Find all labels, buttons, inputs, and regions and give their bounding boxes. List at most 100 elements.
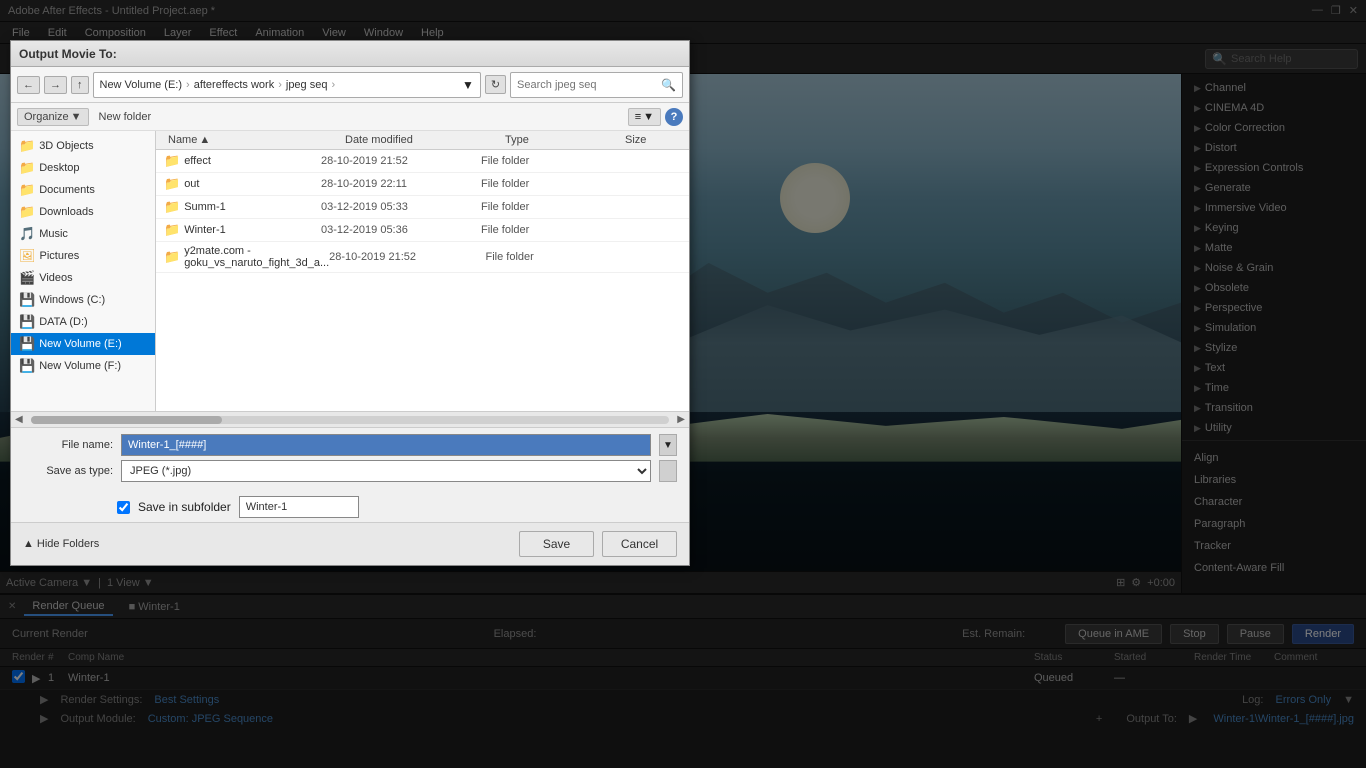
folder-icon: 🎵 bbox=[19, 226, 35, 242]
nav-data-d[interactable]: 💾 DATA (D:) bbox=[11, 311, 155, 333]
dialog-search-icon: 🔍 bbox=[661, 78, 676, 92]
scroll-thumb[interactable] bbox=[31, 416, 223, 424]
hide-folders-btn[interactable]: ▲ Hide Folders bbox=[23, 538, 99, 550]
nav-videos[interactable]: 🎬 Videos bbox=[11, 267, 155, 289]
dialog-overlay: Output Movie To: ← → ↑ New Volume (E:) ›… bbox=[0, 0, 1366, 768]
folder-icon: 📁 bbox=[164, 249, 180, 265]
folder-icon: 📁 bbox=[164, 153, 180, 169]
nav-label: New Volume (E:) bbox=[39, 338, 122, 350]
col-header-name[interactable]: Name ▲ bbox=[164, 134, 341, 146]
file-type-winter1: File folder bbox=[481, 224, 601, 236]
nav-refresh-btn[interactable]: ↻ bbox=[485, 75, 506, 94]
sort-icon: ▲ bbox=[199, 134, 210, 146]
nav-back-btn[interactable]: ← bbox=[17, 76, 40, 94]
dialog-path: New Volume (E:) › aftereffects work › jp… bbox=[93, 72, 481, 98]
nav-label: DATA (D:) bbox=[39, 316, 87, 328]
save-as-type-select[interactable]: JPEG (*.jpg) bbox=[121, 460, 651, 482]
nav-label: Videos bbox=[39, 272, 72, 284]
folder-icon: 📁 bbox=[19, 160, 35, 176]
nav-desktop[interactable]: 📁 Desktop bbox=[11, 157, 155, 179]
path-drive[interactable]: New Volume (E:) bbox=[100, 79, 183, 91]
dialog-body: 📁 3D Objects 📁 Desktop 📁 Documents 📁 Dow… bbox=[11, 131, 689, 411]
view-btn[interactable]: ≡ ▼ bbox=[628, 108, 661, 126]
dialog-titlebar: Output Movie To: bbox=[11, 41, 689, 67]
new-folder-btn[interactable]: New folder bbox=[93, 109, 158, 125]
dialog-fields: File name: ▼ Save as type: JPEG (*.jpg) bbox=[11, 427, 689, 492]
path-sep3: › bbox=[331, 79, 335, 91]
path-dropdown-btn[interactable]: ▼ bbox=[462, 78, 474, 92]
file-type-summ1: File folder bbox=[481, 201, 601, 213]
col-header-date[interactable]: Date modified bbox=[341, 134, 501, 146]
path-folder2[interactable]: jpeg seq bbox=[286, 79, 328, 91]
subfolder-name-input[interactable] bbox=[239, 496, 359, 518]
nav-forward-btn[interactable]: → bbox=[44, 76, 67, 94]
nav-label: 3D Objects bbox=[39, 140, 93, 152]
file-name-summ1: 📁 Summ-1 bbox=[164, 199, 321, 215]
drive-icon: 💾 bbox=[19, 292, 35, 308]
scroll-track[interactable] bbox=[31, 416, 670, 424]
folder-icon: 🎬 bbox=[19, 270, 35, 286]
nav-label: Desktop bbox=[39, 162, 79, 174]
dialog-scrollbar[interactable]: ◀ ▶ bbox=[11, 411, 689, 427]
file-name-out: 📁 out bbox=[164, 176, 321, 192]
file-row-winter1[interactable]: 📁 Winter-1 03-12-2019 05:36 File folder bbox=[156, 219, 689, 242]
dialog-help-btn[interactable]: ? bbox=[665, 108, 683, 126]
nav-tree: 📁 3D Objects 📁 Desktop 📁 Documents 📁 Dow… bbox=[11, 131, 156, 411]
file-name-label: File name: bbox=[23, 439, 113, 451]
save-in-subfolder-checkbox[interactable] bbox=[117, 501, 130, 514]
path-sep2: › bbox=[278, 79, 282, 91]
folder-icon: 📁 bbox=[164, 222, 180, 238]
nav-up-btn[interactable]: ↑ bbox=[71, 76, 89, 94]
save-type-dropdown-btn[interactable] bbox=[659, 460, 677, 482]
file-row-y2mate[interactable]: 📁 y2mate.com - goku_vs_naruto_fight_3d_a… bbox=[156, 242, 689, 273]
dialog-search-input[interactable] bbox=[517, 79, 657, 91]
nav-downloads[interactable]: 📁 Downloads bbox=[11, 201, 155, 223]
path-folder1[interactable]: aftereffects work bbox=[194, 79, 275, 91]
nav-new-volume-e[interactable]: 💾 New Volume (E:) bbox=[11, 333, 155, 355]
file-dialog: Output Movie To: ← → ↑ New Volume (E:) ›… bbox=[10, 40, 690, 566]
nav-label: Music bbox=[39, 228, 68, 240]
nav-windows-c[interactable]: 💾 Windows (C:) bbox=[11, 289, 155, 311]
nav-documents[interactable]: 📁 Documents bbox=[11, 179, 155, 201]
file-row-effect[interactable]: 📁 effect 28-10-2019 21:52 File folder bbox=[156, 150, 689, 173]
nav-pictures[interactable]: 🖼 Pictures bbox=[11, 245, 155, 267]
file-name-dropdown-btn[interactable]: ▼ bbox=[659, 434, 677, 456]
cancel-button[interactable]: Cancel bbox=[602, 531, 677, 557]
hide-folders-arrow: ▲ bbox=[23, 538, 34, 550]
drive-icon: 💾 bbox=[19, 336, 35, 352]
file-date-y2mate: 28-10-2019 21:52 bbox=[329, 251, 485, 263]
folder-icon: 📁 bbox=[19, 204, 35, 220]
dialog-title: Output Movie To: bbox=[19, 47, 681, 61]
file-row-summ1[interactable]: 📁 Summ-1 03-12-2019 05:33 File folder bbox=[156, 196, 689, 219]
nav-label: New Volume (F:) bbox=[39, 360, 121, 372]
col-header-size[interactable]: Size bbox=[621, 134, 681, 146]
nav-music[interactable]: 🎵 Music bbox=[11, 223, 155, 245]
dialog-nav: ← → ↑ New Volume (E:) › aftereffects wor… bbox=[11, 67, 689, 103]
view-dropdown-icon: ▼ bbox=[643, 111, 654, 123]
dialog-footer-left: ▲ Hide Folders bbox=[23, 538, 511, 550]
hide-folders-label: Hide Folders bbox=[37, 538, 99, 550]
nav-new-volume-f[interactable]: 💾 New Volume (F:) bbox=[11, 355, 155, 377]
save-button[interactable]: Save bbox=[519, 531, 594, 557]
nav-label: Downloads bbox=[39, 206, 93, 218]
file-row-out[interactable]: 📁 out 28-10-2019 22:11 File folder bbox=[156, 173, 689, 196]
nav-3d-objects[interactable]: 📁 3D Objects bbox=[11, 135, 155, 157]
file-name-row: File name: ▼ bbox=[23, 434, 677, 456]
dialog-search[interactable]: 🔍 bbox=[510, 72, 683, 98]
file-name-winter1: 📁 Winter-1 bbox=[164, 222, 321, 238]
file-type-effect: File folder bbox=[481, 155, 601, 167]
col-header-type[interactable]: Type bbox=[501, 134, 621, 146]
folder-icon: 📁 bbox=[164, 176, 180, 192]
path-sep1: › bbox=[186, 79, 190, 91]
file-name-input[interactable] bbox=[121, 434, 651, 456]
nav-label: Documents bbox=[39, 184, 95, 196]
file-date-summ1: 03-12-2019 05:33 bbox=[321, 201, 481, 213]
file-type-y2mate: File folder bbox=[486, 251, 603, 263]
organize-btn[interactable]: Organize ▼ bbox=[17, 108, 89, 126]
file-list-header: Name ▲ Date modified Type Size bbox=[156, 131, 689, 150]
scroll-right-arrow[interactable]: ▶ bbox=[673, 414, 689, 425]
drive-icon: 💾 bbox=[19, 314, 35, 330]
scroll-left-arrow[interactable]: ◀ bbox=[11, 414, 27, 425]
folder-icon: 🖼 bbox=[19, 248, 36, 264]
folder-icon: 📁 bbox=[19, 182, 35, 198]
